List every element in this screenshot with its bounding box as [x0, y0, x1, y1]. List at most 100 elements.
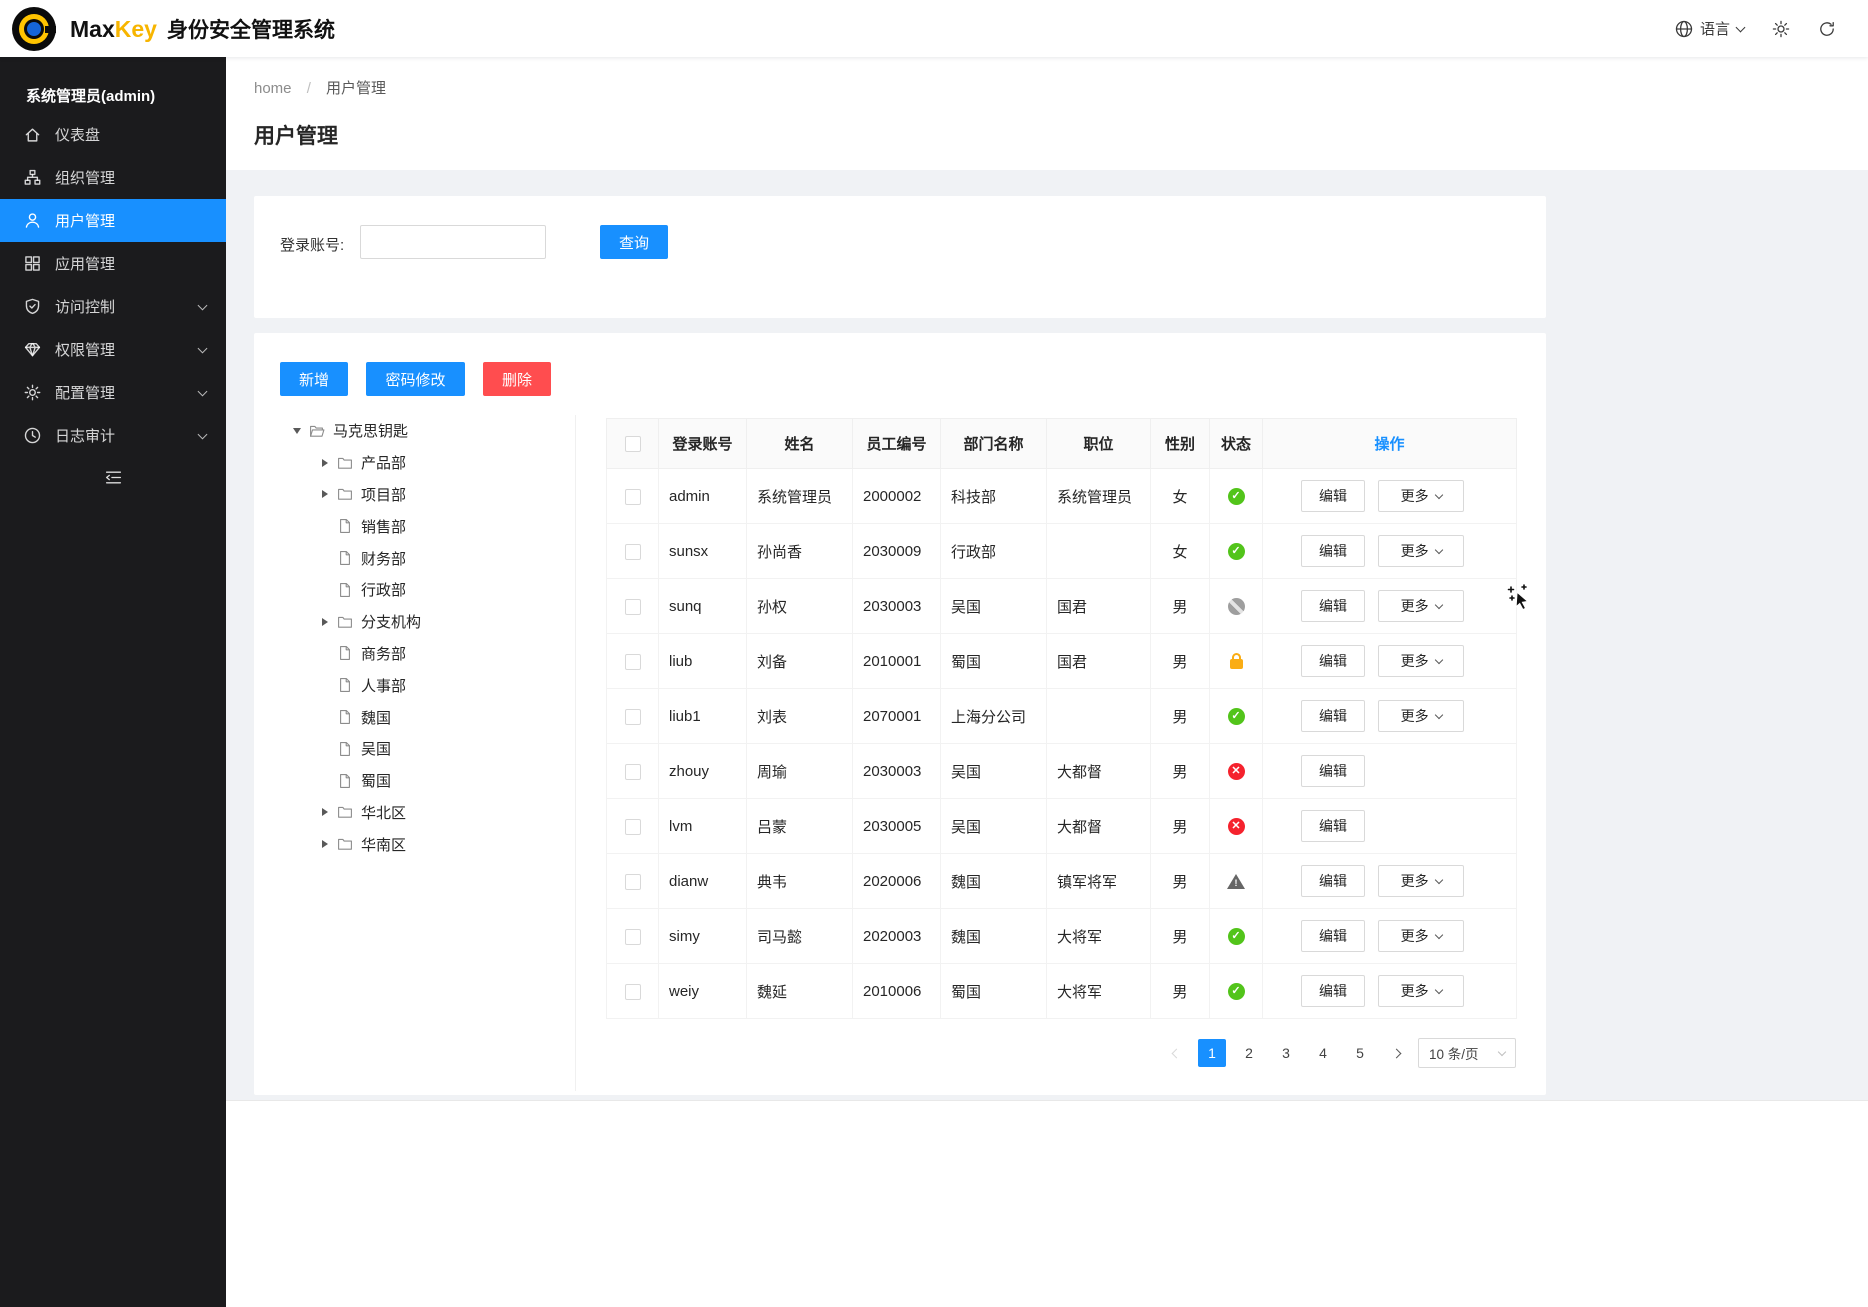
sidebar-item-config[interactable]: 配置管理: [0, 371, 226, 414]
cell-account: simy: [659, 909, 747, 964]
select-all-checkbox[interactable]: [625, 436, 641, 452]
tree-caret-icon[interactable]: [318, 615, 332, 629]
page-number-5[interactable]: 5: [1346, 1039, 1374, 1067]
row-checkbox[interactable]: [625, 489, 641, 505]
tree-item[interactable]: 吴国: [254, 733, 575, 765]
page-number-2[interactable]: 2: [1235, 1039, 1263, 1067]
tree-caret-icon[interactable]: [318, 456, 332, 470]
more-button[interactable]: 更多: [1378, 920, 1464, 952]
row-checkbox[interactable]: [625, 929, 641, 945]
tree-item[interactable]: 产品部: [254, 447, 575, 479]
cell-department: 吴国: [941, 579, 1047, 634]
search-button[interactable]: 查询: [600, 225, 668, 259]
breadcrumb-home[interactable]: home: [254, 80, 292, 97]
brand-title: MaxKey身份安全管理系统: [70, 14, 335, 44]
row-checkbox[interactable]: [625, 819, 641, 835]
edit-button[interactable]: 编辑: [1301, 920, 1365, 952]
next-page-icon[interactable]: [1383, 1039, 1409, 1067]
page-size-select[interactable]: 10 条/页: [1418, 1038, 1516, 1068]
config-icon: [24, 384, 41, 401]
status-success-icon: ✓: [1228, 928, 1245, 945]
cell-name: 典韦: [747, 854, 853, 909]
more-button[interactable]: 更多: [1378, 535, 1464, 567]
chevron-down-icon: [1434, 490, 1442, 498]
tree-item[interactable]: 财务部: [254, 542, 575, 574]
tree-item[interactable]: 销售部: [254, 510, 575, 542]
sidebar-item-org[interactable]: 组织管理: [0, 156, 226, 199]
cell-operations: 编辑 更多: [1263, 634, 1517, 689]
tree-item[interactable]: 华北区: [254, 797, 575, 829]
edit-button[interactable]: 编辑: [1301, 865, 1365, 897]
refresh-logout-icon[interactable]: [1818, 20, 1836, 38]
tree-item[interactable]: 魏国: [254, 701, 575, 733]
sidebar-item-access[interactable]: 访问控制: [0, 285, 226, 328]
edit-button[interactable]: 编辑: [1301, 700, 1365, 732]
row-checkbox[interactable]: [625, 544, 641, 560]
more-button[interactable]: 更多: [1378, 975, 1464, 1007]
pagination-pages: 12345: [1198, 1039, 1374, 1067]
sidebar-item-user[interactable]: 用户管理: [0, 199, 226, 242]
delete-button[interactable]: 删除: [483, 362, 551, 396]
access-icon: [24, 298, 41, 315]
more-button[interactable]: 更多: [1378, 590, 1464, 622]
row-checkbox[interactable]: [625, 874, 641, 890]
page-number-4[interactable]: 4: [1309, 1039, 1337, 1067]
sidebar-item-permission[interactable]: 权限管理: [0, 328, 226, 371]
tree-item[interactable]: 商务部: [254, 638, 575, 670]
row-checkbox[interactable]: [625, 764, 641, 780]
file-icon: [337, 550, 353, 566]
add-button[interactable]: 新增: [280, 362, 348, 396]
more-button[interactable]: 更多: [1378, 645, 1464, 677]
edit-button[interactable]: 编辑: [1301, 590, 1365, 622]
sidebar-item-app[interactable]: 应用管理: [0, 242, 226, 285]
edit-button[interactable]: 编辑: [1301, 755, 1365, 787]
chevron-down-icon: [1434, 710, 1442, 718]
col-header-employee-id: 员工编号: [853, 419, 941, 469]
edit-button[interactable]: 编辑: [1301, 480, 1365, 512]
tree-item[interactable]: 分支机构: [254, 606, 575, 638]
login-account-input[interactable]: [360, 225, 546, 259]
tree-item[interactable]: 人事部: [254, 669, 575, 701]
more-button[interactable]: 更多: [1378, 865, 1464, 897]
file-icon: [337, 741, 353, 757]
edit-button[interactable]: 编辑: [1301, 810, 1365, 842]
toolbar: 新增 密码修改 删除: [280, 362, 551, 396]
sidebar-item-dashboard[interactable]: 仪表盘: [0, 113, 226, 156]
row-checkbox[interactable]: [625, 599, 641, 615]
more-button[interactable]: 更多: [1378, 700, 1464, 732]
tree-caret-icon[interactable]: [290, 424, 304, 438]
tree-item[interactable]: 马克思钥匙: [254, 415, 575, 447]
cell-operations: 编辑 更多: [1263, 909, 1517, 964]
collapse-sidebar-button[interactable]: [0, 457, 226, 497]
page-number-3[interactable]: 3: [1272, 1039, 1300, 1067]
tree-caret-icon[interactable]: [318, 837, 332, 851]
tree-item[interactable]: 行政部: [254, 574, 575, 606]
sidebar-item-audit[interactable]: 日志审计: [0, 414, 226, 457]
cell-account: dianw: [659, 854, 747, 909]
col-header-account: 登录账号: [659, 419, 747, 469]
row-checkbox[interactable]: [625, 984, 641, 1000]
settings-gear-icon[interactable]: [1772, 20, 1790, 38]
cell-name: 孙尚香: [747, 524, 853, 579]
user-table-body: admin 系统管理员 2000002 科技部 系统管理员 女 ✓ 编辑 更多 …: [607, 469, 1517, 1019]
folder-icon: [337, 455, 353, 471]
col-header-operations: 操作: [1263, 419, 1517, 469]
row-checkbox[interactable]: [625, 654, 641, 670]
dashboard-icon: [24, 126, 41, 143]
tree-item[interactable]: 华南区: [254, 828, 575, 860]
language-switcher[interactable]: 语言: [1675, 18, 1744, 39]
page-number-1[interactable]: 1: [1198, 1039, 1226, 1067]
edit-button[interactable]: 编辑: [1301, 645, 1365, 677]
tree-caret-icon[interactable]: [318, 487, 332, 501]
tree-item[interactable]: 蜀国: [254, 765, 575, 797]
tree-item[interactable]: 项目部: [254, 479, 575, 511]
prev-page-icon[interactable]: [1163, 1039, 1189, 1067]
more-button[interactable]: 更多: [1378, 480, 1464, 512]
edit-button[interactable]: 编辑: [1301, 535, 1365, 567]
file-icon: [337, 582, 353, 598]
tree-caret-icon[interactable]: [318, 805, 332, 819]
row-checkbox[interactable]: [625, 709, 641, 725]
edit-button[interactable]: 编辑: [1301, 975, 1365, 1007]
chevron-down-icon: [1434, 655, 1442, 663]
change-password-button[interactable]: 密码修改: [366, 362, 465, 396]
